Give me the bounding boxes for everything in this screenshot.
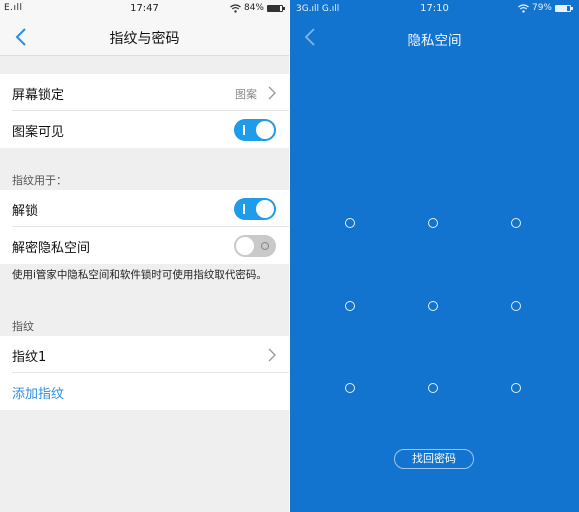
battery-percent: 84% — [243, 3, 264, 13]
private-space-toggle[interactable] — [234, 235, 276, 257]
pattern-dot[interactable] — [511, 383, 521, 393]
page-title: 隐私空间 — [407, 33, 462, 49]
battery-level — [556, 5, 568, 11]
chevron-right-icon — [268, 86, 276, 100]
chevron-right-icon — [268, 348, 276, 362]
pattern-dot[interactable] — [345, 218, 355, 228]
pattern-dot[interactable] — [511, 218, 521, 228]
pattern-dot[interactable] — [428, 383, 438, 393]
toggle-off-mark — [261, 242, 269, 250]
wifi-icon — [518, 3, 529, 13]
toggle-knob — [256, 121, 274, 139]
battery-level — [268, 5, 280, 11]
unlock-row: 解锁 — [0, 190, 289, 227]
unlock-toggle[interactable] — [234, 198, 276, 220]
status-right: 84% — [230, 3, 285, 13]
toggle-knob — [256, 200, 274, 218]
pattern-visible-label: 图案可见 — [12, 125, 65, 140]
page-title: 指纹与密码 — [109, 31, 180, 47]
wifi-icon — [230, 3, 241, 13]
private-space-label: 解密隐私空间 — [12, 241, 91, 256]
screen-lock-label: 屏幕锁定 — [12, 88, 65, 103]
toggle-on-mark — [243, 125, 245, 135]
pattern-visible-toggle[interactable] — [234, 119, 276, 141]
settings-screen: E.ıll 17:47 84% 指纹与密码 屏幕锁定 图案 图案可见 指纹用于：… — [0, 0, 289, 512]
private-space-screen: 3G.ıll G.ıll 17:10 79% 隐私空间 找回密码 — [290, 0, 579, 512]
toggle-on-mark — [243, 204, 245, 214]
fingerprint1-label: 指纹1 — [12, 350, 47, 365]
battery-icon — [555, 4, 573, 12]
status-bar: E.ıll 17:47 84% — [0, 0, 289, 18]
pattern-visible-row: 图案可见 — [0, 111, 289, 148]
section-fingerprint: 指纹 — [12, 320, 34, 333]
toggle-knob — [236, 237, 254, 255]
battery-percent: 79% — [531, 3, 552, 13]
unlock-label: 解锁 — [12, 204, 39, 219]
fingerprint-note: 使用i管家中隐私空间和软件锁时可使用指纹取代密码。 — [12, 269, 267, 281]
add-fingerprint-link[interactable]: 添加指纹 — [12, 383, 64, 402]
pattern-dot[interactable] — [428, 218, 438, 228]
private-space-row: 解密隐私空间 — [0, 227, 289, 264]
screen-lock-row[interactable]: 屏幕锁定 图案 — [0, 74, 289, 111]
pattern-dot[interactable] — [428, 301, 438, 311]
screen-lock-value: 图案 — [235, 88, 257, 101]
pattern-dot[interactable] — [345, 383, 355, 393]
pattern-dot[interactable] — [345, 301, 355, 311]
status-bar: 3G.ıll G.ıll 17:10 79% — [290, 0, 579, 18]
fingerprint1-row[interactable]: 指纹1 — [0, 336, 289, 373]
nav-bar: 指纹与密码 — [0, 18, 289, 56]
pattern-dot[interactable] — [511, 301, 521, 311]
status-right: 79% — [518, 3, 573, 13]
section-fingerprint-for: 指纹用于： — [12, 174, 67, 187]
add-fingerprint-row[interactable]: 添加指纹 — [0, 373, 289, 410]
recover-password-button[interactable]: 找回密码 — [394, 449, 474, 469]
battery-icon — [267, 4, 285, 12]
